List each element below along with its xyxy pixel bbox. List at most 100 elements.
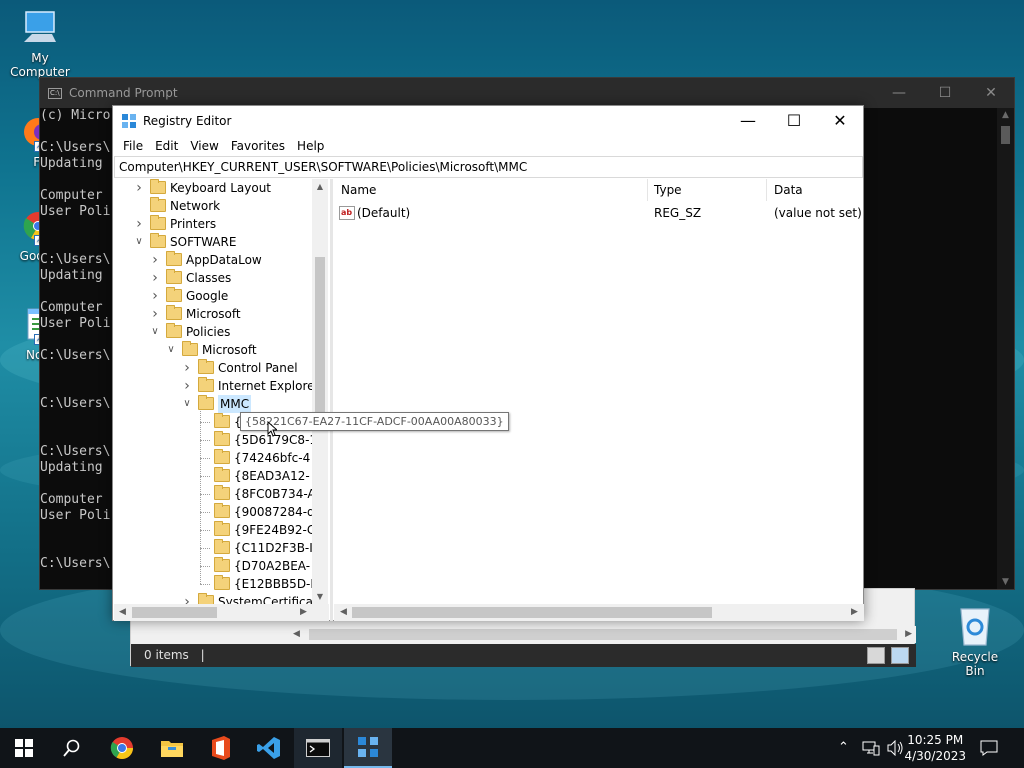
- chevron-right-icon[interactable]: ›: [150, 287, 160, 305]
- list-hscroll-thumb[interactable]: [352, 607, 712, 618]
- cmd-output[interactable]: (c) Micro C:\Users\ Updating Computer User P…: [40, 108, 110, 572]
- chevron-right-icon[interactable]: ›: [150, 251, 160, 269]
- chevron-right-icon[interactable]: ›: [150, 269, 160, 287]
- tree-item[interactable]: {C11D2F3B-I: [114, 539, 314, 557]
- network-button[interactable]: [862, 728, 880, 768]
- tree-item[interactable]: › Control Panel: [114, 359, 314, 377]
- cmd-line: [40, 332, 110, 348]
- scroll-up-icon[interactable]: ▲: [312, 182, 328, 191]
- start-button[interactable]: [0, 728, 48, 768]
- taskbar-clock[interactable]: 10:25 PM 4/30/2023: [904, 732, 966, 764]
- explorer-hscrollbar[interactable]: ◀ ▶: [291, 626, 916, 643]
- cmd-close-button[interactable]: ✕: [968, 78, 1014, 108]
- taskbar-file-explorer-button[interactable]: [148, 728, 196, 768]
- tree-item[interactable]: {8FC0B734-A: [114, 485, 316, 503]
- cmd-maximize-button[interactable]: ☐: [922, 78, 968, 108]
- menu-file[interactable]: File: [117, 139, 149, 153]
- column-name[interactable]: Name: [341, 183, 376, 197]
- volume-button[interactable]: [886, 728, 904, 768]
- list-hscrollbar[interactable]: ◀ ▶: [334, 604, 864, 621]
- tree-item[interactable]: › Internet Explore: [114, 377, 315, 395]
- string-value-icon: ab: [339, 206, 355, 220]
- tree-vscrollbar[interactable]: ▲ ▼: [312, 179, 328, 604]
- scroll-left-icon[interactable]: ◀: [293, 626, 300, 643]
- registry-tree[interactable]: › Keyboard Layout Network › Printers ∨ SOFTWAR…: [114, 179, 329, 604]
- tree-item[interactable]: {74246bfc-4: [114, 449, 314, 467]
- regedit-close-button[interactable]: ✕: [817, 106, 863, 136]
- scroll-left-icon[interactable]: ◀: [119, 604, 126, 621]
- tree-item-label: Internet Explore: [218, 379, 315, 393]
- chevron-down-icon[interactable]: ∨: [166, 341, 176, 359]
- taskbar-vscode-button[interactable]: [245, 728, 293, 768]
- tree-item[interactable]: ∨ SOFTWARE: [114, 233, 314, 251]
- chevron-down-icon[interactable]: ∨: [150, 323, 160, 341]
- chevron-right-icon[interactable]: ›: [182, 377, 192, 395]
- action-center-button[interactable]: [980, 728, 1004, 768]
- details-view-button[interactable]: [867, 647, 885, 664]
- tree-item[interactable]: {8EAD3A12-: [114, 467, 314, 485]
- chevron-right-icon[interactable]: ›: [182, 359, 192, 377]
- value-row[interactable]: ab (Default) REG_SZ (value not set): [334, 204, 864, 222]
- show-hidden-icons-button[interactable]: ⌃: [838, 728, 849, 768]
- taskbar-regedit-button[interactable]: [344, 728, 392, 768]
- menu-view[interactable]: View: [184, 139, 224, 153]
- tree-hscroll-thumb[interactable]: [132, 607, 217, 618]
- column-type[interactable]: Type: [654, 183, 682, 197]
- tree-item[interactable]: ∨ MMC: [114, 395, 314, 413]
- taskbar-office-button[interactable]: [197, 728, 245, 768]
- values-list[interactable]: Name Type Data ab (Default) REG_SZ (valu…: [334, 179, 864, 604]
- folder-icon: [166, 305, 182, 320]
- scroll-up-icon[interactable]: ▲: [997, 108, 1014, 122]
- chevron-right-icon[interactable]: ›: [150, 305, 160, 323]
- tree-item[interactable]: {90087284-d: [114, 503, 315, 521]
- chevron-right-icon[interactable]: ›: [134, 215, 144, 233]
- chevron-down-icon[interactable]: ∨: [134, 233, 144, 251]
- chevron-right-icon[interactable]: ›: [134, 179, 144, 197]
- cmd-scrollbar[interactable]: ▲ ▼: [997, 108, 1014, 589]
- menu-favorites[interactable]: Favorites: [225, 139, 291, 153]
- cmd-scroll-thumb[interactable]: [1001, 126, 1010, 144]
- cmd-minimize-button[interactable]: —: [876, 78, 922, 108]
- desktop-icon-label: Recycle Bin: [951, 650, 999, 678]
- scroll-right-icon[interactable]: ▶: [300, 604, 307, 621]
- scroll-down-icon[interactable]: ▼: [997, 575, 1014, 589]
- pane-splitter[interactable]: [330, 179, 333, 621]
- taskbar-chrome-button[interactable]: [98, 728, 146, 768]
- tree-item[interactable]: {D70A2BEA-: [114, 557, 314, 575]
- chevron-down-icon[interactable]: ∨: [182, 395, 192, 413]
- tree-item[interactable]: › SystemCertifica: [114, 593, 314, 604]
- desktop-icon-recycle-bin[interactable]: Recycle Bin: [942, 603, 1008, 678]
- registry-editor-window[interactable]: Registry Editor — ☐ ✕ File Edit View Fav…: [112, 105, 864, 621]
- tiles-view-button[interactable]: [891, 647, 909, 664]
- menu-help[interactable]: Help: [291, 139, 330, 153]
- tree-item[interactable]: › Microsoft: [114, 305, 314, 323]
- tree-item[interactable]: ∨ Microsoft: [114, 341, 314, 359]
- tree-hscrollbar[interactable]: ◀ ▶: [114, 604, 329, 621]
- address-bar[interactable]: Computer\HKEY_CURRENT_USER\SOFTWARE\Poli…: [114, 156, 863, 178]
- column-data[interactable]: Data: [774, 183, 803, 197]
- tree-item[interactable]: › AppDataLow: [114, 251, 314, 269]
- regedit-minimize-button[interactable]: —: [725, 106, 771, 136]
- search-button[interactable]: [48, 728, 96, 768]
- tree-item[interactable]: {9FE24B92-C: [114, 521, 315, 539]
- scroll-left-icon[interactable]: ◀: [340, 604, 347, 621]
- tree-item[interactable]: {E12BBB5D-I: [114, 575, 314, 593]
- scroll-right-icon[interactable]: ▶: [851, 604, 858, 621]
- tree-item[interactable]: › Classes: [114, 269, 314, 287]
- desktop-icon-my-computer[interactable]: My Computer: [0, 8, 80, 79]
- chevron-right-icon[interactable]: ›: [182, 593, 192, 604]
- tree-item[interactable]: › Keyboard Layout: [114, 179, 314, 197]
- tree-item[interactable]: {5D6179C8-1: [114, 431, 317, 449]
- tree-item[interactable]: › Google: [114, 287, 314, 305]
- tree-item[interactable]: ∨ Policies: [114, 323, 314, 341]
- cmd-titlebar[interactable]: C:\ Command Prompt: [40, 78, 1014, 108]
- explorer-scroll-thumb[interactable]: [309, 629, 897, 640]
- scroll-down-icon[interactable]: ▼: [312, 592, 328, 601]
- taskbar-cmd-button[interactable]: [294, 728, 342, 768]
- scroll-right-icon[interactable]: ▶: [905, 626, 912, 643]
- regedit-maximize-button[interactable]: ☐: [771, 106, 817, 136]
- tree-scroll-thumb[interactable]: [315, 257, 325, 427]
- tree-item[interactable]: Network: [114, 197, 314, 215]
- tree-item[interactable]: › Printers: [114, 215, 314, 233]
- menu-edit[interactable]: Edit: [149, 139, 184, 153]
